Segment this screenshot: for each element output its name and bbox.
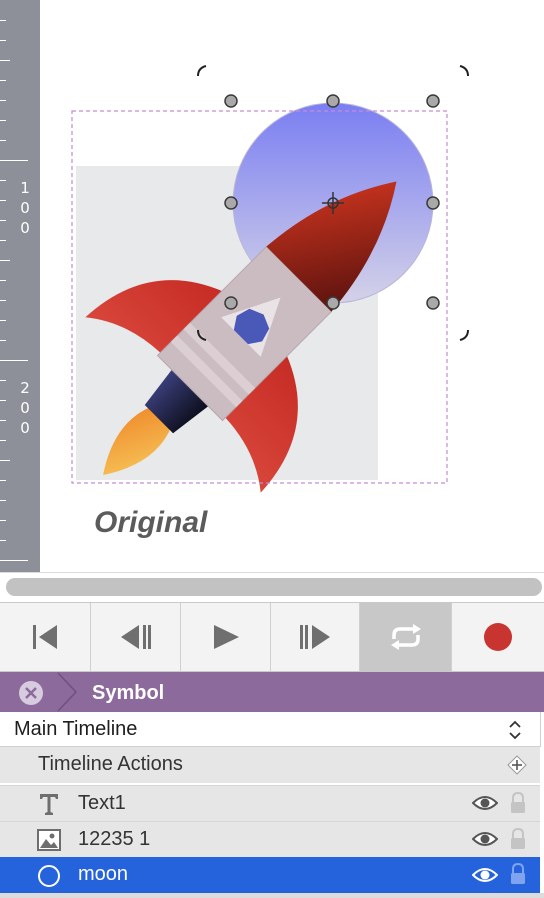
step-forward-button[interactable] xyxy=(271,603,360,671)
transform-corner-top-right[interactable] xyxy=(459,65,469,77)
symbol-breadcrumb-bar xyxy=(0,672,544,712)
resize-handle-bottom[interactable] xyxy=(326,296,340,310)
resize-handle-top[interactable] xyxy=(326,94,340,108)
layer-row-moon[interactable]: moon xyxy=(0,857,540,893)
resize-handle-bottom-left[interactable] xyxy=(224,296,238,310)
resize-handle-bottom-right[interactable] xyxy=(426,296,440,310)
eye-icon[interactable] xyxy=(472,793,498,813)
loop-icon xyxy=(390,624,421,650)
transform-corner-bottom-right[interactable] xyxy=(459,329,469,341)
lock-icon[interactable] xyxy=(509,862,527,886)
transform-corner-top-left[interactable] xyxy=(197,65,207,77)
play-icon xyxy=(213,625,239,649)
original-caption[interactable]: Original xyxy=(94,506,207,540)
lock-icon[interactable] xyxy=(509,791,527,815)
step-back-button[interactable] xyxy=(91,603,181,671)
playback-controls xyxy=(0,602,544,672)
eye-icon[interactable] xyxy=(472,865,498,885)
ellipse-icon xyxy=(38,865,60,887)
timeline-select-value: Main Timeline xyxy=(14,718,138,740)
select-updown-chevron-icon xyxy=(509,720,521,740)
scrollbar-thumb[interactable] xyxy=(6,578,542,596)
layer-name: Text1 xyxy=(78,792,126,814)
panel-bottom-edge xyxy=(0,893,544,898)
add-action-icon[interactable] xyxy=(507,755,527,775)
record-icon xyxy=(484,623,512,651)
eye-icon[interactable] xyxy=(472,829,498,849)
text-icon xyxy=(40,794,58,815)
record-button[interactable] xyxy=(452,603,544,671)
resize-handle-top-right[interactable] xyxy=(426,94,440,108)
lock-icon[interactable] xyxy=(509,827,527,851)
layer-name: 12235 1 xyxy=(78,828,151,850)
step-back-icon xyxy=(120,625,151,649)
resize-handle-left[interactable] xyxy=(224,196,238,210)
image-icon xyxy=(37,829,61,851)
timeline-actions-row[interactable]: Timeline Actions xyxy=(0,747,540,783)
skip-to-start-button[interactable] xyxy=(0,603,91,671)
layer-name: moon xyxy=(78,863,129,885)
timeline-actions-label: Timeline Actions xyxy=(38,753,183,775)
breadcrumb-separator-icon xyxy=(57,672,78,712)
symbol-title[interactable]: Symbol xyxy=(92,682,164,705)
loop-button[interactable] xyxy=(360,603,452,671)
play-button[interactable] xyxy=(181,603,271,671)
close-symbol-button[interactable] xyxy=(18,680,44,706)
step-forward-icon xyxy=(300,625,330,649)
layer-row-image[interactable]: 12235 1 xyxy=(0,821,540,858)
layer-row-text1[interactable]: Text1 xyxy=(0,785,540,822)
resize-handle-right[interactable] xyxy=(426,196,440,210)
skip-to-start-icon xyxy=(33,625,57,649)
resize-handle-top-left[interactable] xyxy=(224,94,238,108)
stage-artwork[interactable] xyxy=(0,0,544,572)
